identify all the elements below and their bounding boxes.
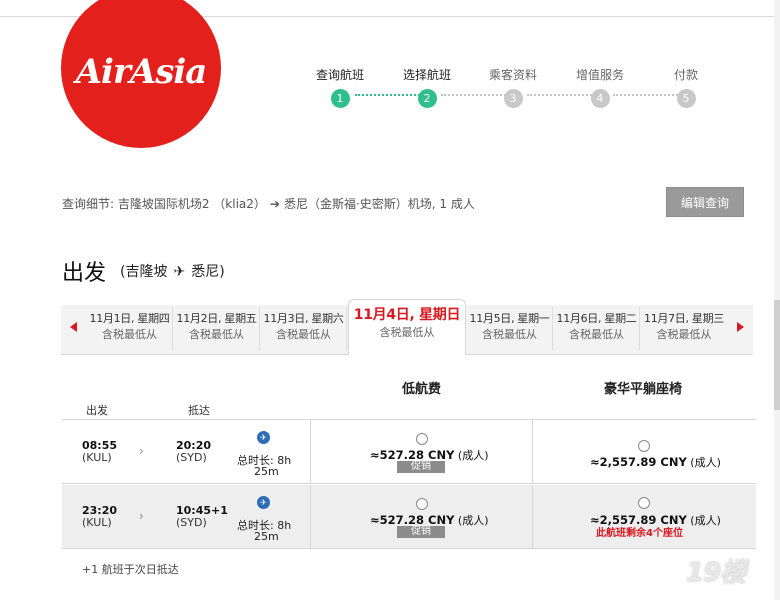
- premium-fare-price: ≈2,557.89 CNY (成人): [590, 454, 721, 470]
- date-tab[interactable]: 11月3日, 星期六 含税最低从: [261, 307, 347, 351]
- summary-origin: 查询细节: 吉隆坡国际机场2 （klia2）: [62, 197, 266, 211]
- airasia-logo[interactable]: AirAsia: [61, 0, 221, 148]
- premium-fare-radio[interactable]: [638, 440, 650, 452]
- search-summary: 查询细节: 吉隆坡国际机场2 （klia2） ➔ 悉尼（金斯福·史密斯）机场, 1 …: [62, 195, 475, 212]
- date-label: 11月2日, 星期五: [176, 312, 257, 325]
- next-dates-arrow-icon[interactable]: [737, 322, 744, 332]
- date-tab[interactable]: 11月7日, 星期三 含税最低从: [641, 307, 727, 351]
- column-divider: [310, 420, 311, 484]
- route-origin: (吉隆坡: [120, 264, 168, 280]
- chevron-right-icon: ›: [139, 444, 144, 458]
- departure-code: (KUL): [82, 451, 112, 464]
- step-label: 付款: [673, 68, 698, 82]
- date-tab[interactable]: 11月6日, 星期二 含税最低从: [554, 307, 640, 351]
- date-tab-selected[interactable]: 11月4日, 星期日 含税最低从: [348, 299, 466, 355]
- low-fare-unit: (成人): [457, 514, 489, 527]
- premium-fare-amount: ≈2,557.89 CNY: [590, 455, 687, 469]
- column-arrive: 抵达: [188, 404, 210, 417]
- seats-left-warning: 此航班剩余4个座位: [596, 528, 683, 539]
- flight-row: 08:55 (KUL) › 20:20 (SYD) ✈ 总时长: 8h 25m …: [62, 420, 756, 484]
- column-divider: [532, 485, 533, 549]
- low-fare-radio[interactable]: [416, 498, 428, 510]
- previous-dates-arrow-icon[interactable]: [70, 322, 77, 332]
- step-number: 3: [503, 89, 523, 108]
- step-number: 5: [676, 89, 696, 108]
- step-number: 2: [417, 89, 437, 108]
- flight-details-icon[interactable]: ✈: [257, 496, 270, 509]
- column-divider: [532, 420, 533, 484]
- date-tab[interactable]: 11月2日, 星期五 含税最低从: [174, 307, 260, 351]
- promo-badge: 促销: [397, 461, 445, 473]
- scrollbar-thumb[interactable]: [774, 300, 780, 410]
- step-label: 选择航班: [402, 68, 451, 82]
- date-sub: 含税最低从: [482, 328, 537, 341]
- low-fare-amount: ≈527.28 CNY: [370, 448, 455, 462]
- step-label: 乘客资料: [488, 68, 537, 82]
- summary-destination: 悉尼（金斯福·史密斯）机场, 1 成人: [283, 197, 475, 211]
- date-tab[interactable]: 11月1日, 星期四 含税最低从: [87, 307, 173, 351]
- booking-steps: 查询航班 1 选择航班 2 乘客资料 3 增值服务 4 付款 5: [305, 66, 725, 112]
- arrival-code: (SYD): [176, 451, 207, 464]
- plane-icon: ✈: [173, 264, 186, 280]
- date-label: 11月5日, 星期一: [469, 312, 550, 325]
- date-label: 11月7日, 星期三: [644, 312, 724, 325]
- duration-minutes: 25m: [254, 465, 279, 478]
- date-label: 11月3日, 星期六: [263, 312, 344, 325]
- column-depart: 出发: [86, 404, 108, 417]
- date-label: 11月4日, 星期日: [353, 307, 461, 323]
- date-sub: 含税最低从: [656, 328, 712, 341]
- page-title: 出发: [62, 261, 107, 286]
- fare-header-premium: 豪华平躺座椅: [604, 382, 683, 397]
- date-sub: 含税最低从: [102, 328, 157, 341]
- departure-code: (KUL): [82, 516, 112, 529]
- step-number: 4: [590, 89, 610, 108]
- date-selector: 11月1日, 星期四 含税最低从 11月2日, 星期五 含税最低从 11月3日,…: [61, 299, 753, 355]
- flight-details-icon[interactable]: ✈: [257, 431, 270, 444]
- date-sub: 含税最低从: [276, 328, 331, 341]
- date-tab[interactable]: 11月5日, 星期一 含税最低从: [467, 307, 553, 351]
- date-sub: 含税最低从: [189, 328, 244, 341]
- low-fare-radio[interactable]: [416, 433, 428, 445]
- step-passenger-info: 乘客资料 3: [478, 66, 548, 108]
- premium-fare-unit: (成人): [690, 456, 721, 469]
- date-label: 11月1日, 星期四: [89, 312, 170, 325]
- step-label: 增值服务: [575, 68, 624, 82]
- low-fare-amount: ≈527.28 CNY: [370, 513, 455, 527]
- step-add-ons: 增值服务 4: [565, 66, 635, 108]
- route: (吉隆坡 ✈ 悉尼): [120, 261, 225, 281]
- promo-badge: 促销: [397, 526, 445, 538]
- flight-row: 23:20 (KUL) › 10:45+1 (SYD) ✈ 总时长: 8h 25…: [62, 485, 756, 549]
- date-sub: 含税最低从: [379, 326, 435, 339]
- step-search[interactable]: 查询航班 1: [305, 66, 375, 108]
- premium-fare-radio[interactable]: [638, 497, 650, 509]
- scrollbar[interactable]: [774, 0, 780, 600]
- step-payment: 付款 5: [651, 66, 721, 108]
- watermark: 19楼: [686, 558, 746, 588]
- fare-header-low: 低航费: [402, 382, 442, 397]
- edit-search-button[interactable]: 编辑查询: [666, 187, 744, 217]
- footnote: +1 航班于次日抵达: [82, 563, 179, 576]
- premium-fare-unit: (成人): [690, 514, 721, 527]
- duration-minutes: 25m: [254, 530, 279, 543]
- date-label: 11月6日, 星期二: [556, 312, 637, 325]
- step-select-flight[interactable]: 选择航班 2: [392, 66, 462, 108]
- route-destination: 悉尼): [191, 264, 225, 280]
- step-label: 查询航班: [315, 68, 364, 82]
- column-divider: [310, 485, 311, 549]
- date-sub: 含税最低从: [569, 328, 624, 341]
- low-fare-unit: (成人): [457, 449, 489, 462]
- right-arrow-icon: ➔: [269, 197, 280, 211]
- logo-text: AirAsia: [75, 52, 208, 92]
- chevron-right-icon: ›: [139, 509, 144, 523]
- arrival-code: (SYD): [176, 516, 207, 529]
- step-number: 1: [330, 89, 350, 108]
